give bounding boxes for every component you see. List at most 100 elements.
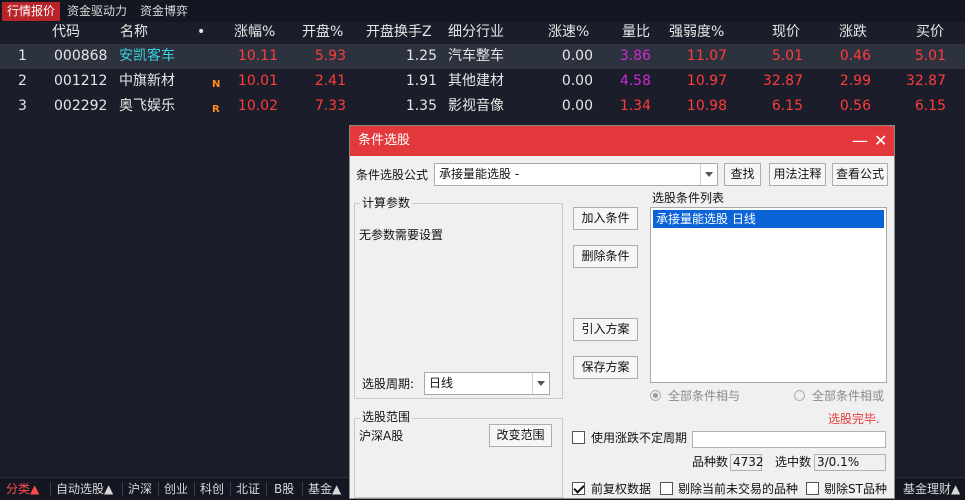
col-speed[interactable]: 涨速% [548,22,589,43]
col-open-pct[interactable]: 开盘% [302,22,343,43]
open-pct: 2.41 [314,73,346,89]
col-code[interactable]: 代码 [52,22,80,43]
strength: 10.98 [686,98,727,114]
price: 32.87 [762,73,803,89]
stock-name: 中旗新材 [119,73,175,89]
separator [266,482,267,496]
col-name[interactable]: 名称 [120,22,148,43]
change-pct: 10.02 [237,98,278,114]
industry: 汽车整车 [448,48,504,64]
bottom-tab-hushen[interactable]: 沪深 [128,480,152,498]
formula-select[interactable]: 承接量能选股 - [434,163,718,186]
diff: 0.56 [839,98,871,114]
radio-or[interactable] [794,390,805,401]
stock-code: 000868 [54,48,108,64]
params-title: 计算参数 [360,196,413,210]
radio-and[interactable] [650,390,661,401]
table-row[interactable]: 2 001212 中旗新材 N 10.01 2.41 1.91 其他建材 0.0… [0,69,965,94]
bottom-tab-category[interactable]: 分类▲ [6,480,39,498]
separator [194,482,195,496]
minimize-icon[interactable]: — [852,126,868,156]
table-row[interactable]: 3 002292 奥飞娱乐 R 10.02 7.33 1.35 影视音像 0.0… [0,94,965,119]
stock-code: 002292 [54,98,108,114]
use-uncertain-period-checkbox[interactable] [572,431,585,444]
selected-value: 3/0.1% [814,454,886,471]
tab-fund-drive[interactable]: 资金驱动力 [62,2,132,21]
tab-quotes[interactable]: 行情报价 [2,2,60,21]
radio-and-label: 全部条件相与 [668,389,741,403]
chevron-down-icon[interactable] [700,164,717,185]
forward-adjust-checkbox[interactable] [572,482,585,495]
exclude-notrade-checkbox[interactable] [660,482,673,495]
industry: 影视音像 [448,98,504,114]
open-turnover: 1.35 [405,98,437,114]
find-button[interactable]: 查找 [724,163,761,186]
close-icon[interactable]: ✕ [874,126,887,156]
bottom-tab-beizheng[interactable]: 北证 [236,480,260,498]
formula-label: 条件选股公式 [356,168,429,182]
count-value: 4732 [730,454,764,471]
speed: 0.00 [561,98,593,114]
bottom-tab-bshare[interactable]: B股 [274,480,294,498]
top-tab-bar: 行情报价 资金驱动力 资金博弈 [0,0,965,23]
range-title: 选股范围 [360,410,413,424]
usage-notes-button[interactable]: 用法注释 [769,163,826,186]
bottom-tab-fund[interactable]: 基金▲ [308,480,341,498]
col-strength[interactable]: 强弱度% [669,22,724,43]
exclude-st-checkbox[interactable] [806,482,819,495]
bid: 5.01 [914,48,946,64]
diff: 2.99 [839,73,871,89]
strength: 11.07 [686,48,727,64]
add-condition-button[interactable]: 加入条件 [573,207,638,230]
strength: 10.97 [686,73,727,89]
quote-table-header: 代码 名称 • 涨幅% 开盘% 开盘换手Z 细分行业 涨速% 量比 强弱度% 现… [0,22,965,43]
open-pct: 5.93 [314,48,346,64]
open-turnover: 1.91 [405,73,437,89]
row-index: 1 [18,48,27,64]
chevron-down-icon[interactable] [532,373,549,394]
stock-name: 安凯客车 [119,48,175,64]
range-value: 沪深A股 [359,429,404,443]
tab-fund-game[interactable]: 资金博弈 [134,2,194,21]
change-pct: 10.11 [237,48,278,64]
diff: 0.46 [839,48,871,64]
import-plan-button[interactable]: 引入方案 [573,318,638,341]
table-row[interactable]: 1 000868 安凯客车 10.11 5.93 1.25 汽车整车 0.00 … [0,44,965,69]
separator [122,482,123,496]
condition-list-title: 选股条件列表 [652,191,725,205]
bottom-tab-auto-select[interactable]: 自动选股▲ [56,480,113,498]
bottom-tab-chuangye[interactable]: 创业 [164,480,188,498]
uncertain-period-field[interactable] [692,431,886,448]
count-label: 品种数 [692,455,729,469]
use-uncertain-period-label: 使用涨跌不定周期 [591,431,688,445]
col-volume-ratio[interactable]: 量比 [622,22,650,43]
delete-condition-button[interactable]: 删除条件 [573,245,638,268]
formula-value: 承接量能选股 - [439,167,520,181]
speed: 0.00 [561,73,593,89]
period-value: 日线 [429,376,454,390]
volume-ratio: 4.58 [619,73,651,89]
list-item[interactable]: 承接量能选股 日线 [653,210,884,228]
selected-label: 选中数 [775,455,812,469]
condition-select-dialog: 条件选股 — ✕ 条件选股公式 承接量能选股 - 查找 用法注释 查看公式 计算… [349,125,895,499]
col-price[interactable]: 现价 [772,22,800,43]
volume-ratio: 3.86 [619,48,651,64]
margin-badge: R [212,104,220,115]
condition-list[interactable]: 承接量能选股 日线 [650,207,887,383]
period-select[interactable]: 日线 [424,372,550,395]
col-bid[interactable]: 买价 [916,22,944,43]
bottom-tab-kechuang[interactable]: 科创 [200,480,224,498]
col-open-turnover[interactable]: 开盘换手Z [366,22,432,43]
view-formula-button[interactable]: 查看公式 [832,163,888,186]
exclude-st-label: 剔除ST品种 [824,482,887,496]
change-range-button[interactable]: 改变范围 [489,424,552,447]
col-diff[interactable]: 涨跌 [839,22,867,43]
separator [50,482,51,496]
col-change-pct[interactable]: 涨幅% [234,22,275,43]
dialog-title-bar: 条件选股 — ✕ [350,126,894,156]
bottom-tab-fund-finance[interactable]: 基金理财▲ [903,480,960,498]
col-dot[interactable]: • [197,22,205,43]
col-industry[interactable]: 细分行业 [448,22,504,43]
separator [302,482,303,496]
save-plan-button[interactable]: 保存方案 [573,356,638,379]
